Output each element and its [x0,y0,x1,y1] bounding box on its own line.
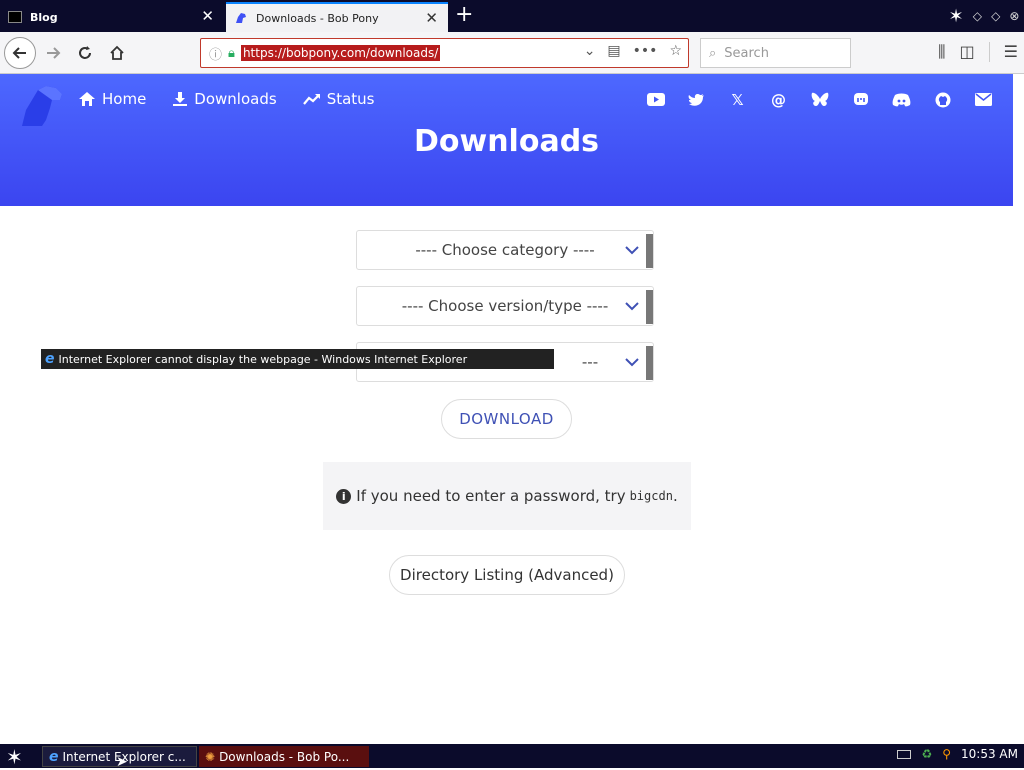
select-scroll-handle [646,234,653,268]
notice-text: If you need to enter a password, try [356,487,626,505]
home-icon [110,45,124,60]
taskbar-item-firefox[interactable]: ✺ Downloads - Bob Po... [199,746,369,767]
select-scroll-handle [646,346,653,380]
system-tray: ♻ ⚲ 10:53 AM [897,747,1018,761]
directory-listing-button[interactable]: Directory Listing (Advanced) [389,555,625,595]
tab-bar: Blog ✕ Downloads - Bob Pony ✕ + ✶ ◇ ◇ ⊗ [0,0,1024,32]
close-icon[interactable]: ⊗ [1009,9,1019,23]
notice-period: . [672,487,678,505]
chevron-down-icon [625,352,639,371]
chevron-down-icon [625,240,639,259]
nav-toolbar: ⓘ 🔒︎ https://bobpony.com/downloads/ ⌄ ▤ … [0,32,1024,74]
url-bar[interactable]: ⓘ 🔒︎ https://bobpony.com/downloads/ ⌄ ▤ … [200,38,689,68]
home-icon [79,92,95,106]
forward-arrow-icon [47,47,61,59]
menu-icon[interactable]: ☰ [1004,42,1018,62]
tab-downloads[interactable]: Downloads - Bob Pony ✕ [226,2,448,32]
reader-view-icon[interactable]: ▤ [607,43,620,59]
mastodon-icon[interactable] [851,90,870,109]
tab-blog[interactable]: Blog ✕ [0,2,224,32]
nav-home[interactable]: Home [78,90,146,108]
close-tab-icon[interactable]: ✕ [425,10,438,26]
select-value: --- [581,353,599,371]
search-input[interactable]: ⌕ Search [700,38,851,68]
search-icon: ⌕ [709,45,717,61]
notice-password: bigcdn [629,489,673,503]
ie-icon: e [49,748,59,765]
clock[interactable]: 10:53 AM [961,747,1018,761]
home-button[interactable] [102,38,132,68]
reload-icon [79,46,91,59]
version-select[interactable]: ---- Choose version/type ---- [356,286,654,326]
bookmark-star-icon[interactable]: ☆ [669,43,682,59]
ie-icon: e [45,351,55,367]
site-header: Home Downloads Status 𝕏 @ Downloads [0,74,1013,206]
download-icon [173,92,188,106]
github-icon[interactable] [933,90,952,109]
trend-icon [302,94,320,105]
chevron-down-icon[interactable]: ⌄ [584,43,596,59]
twitter-icon[interactable] [687,90,706,109]
url-text[interactable]: https://bobpony.com/downloads/ [240,45,441,61]
ie-window-title: Internet Explorer cannot display the web… [58,352,468,366]
youtube-icon[interactable] [646,90,665,109]
threads-icon[interactable]: @ [769,90,788,109]
nav-label: Downloads [194,90,277,108]
reload-button[interactable] [70,38,100,68]
x-icon[interactable]: 𝕏 [728,90,747,109]
forward-button[interactable] [38,38,68,68]
library-icon[interactable]: ⫼ [938,42,945,62]
info-icon: i [336,488,352,504]
pony-favicon-icon [236,13,246,23]
nav-label: Home [102,90,147,108]
back-arrow-icon [12,47,26,59]
sidebar-icon[interactable]: ◫ [960,42,975,62]
category-select[interactable]: ---- Choose category ---- [356,230,654,270]
back-button[interactable] [4,37,36,69]
taskbar-item-label: Downloads - Bob Po... [219,749,350,764]
select-scroll-handle [646,290,653,324]
new-tab-button[interactable]: + [455,3,473,27]
download-button[interactable]: DOWNLOAD [441,399,572,439]
chevron-down-icon [625,296,639,315]
discord-icon[interactable] [892,90,911,109]
nav-status[interactable]: Status [302,90,375,108]
mail-icon[interactable] [974,90,993,109]
toolbar-divider [988,42,990,62]
tab-title: Blog [30,10,58,24]
site-nav: Home Downloads Status [78,90,375,108]
select-value: ---- Choose category ---- [415,241,595,259]
search-placeholder: Search [724,45,769,61]
network-icon[interactable]: ♻ [921,747,932,761]
nav-downloads[interactable]: Downloads [172,90,277,108]
lock-icon[interactable]: 🔒︎ [228,46,235,61]
more-icon[interactable]: ••• [633,43,658,59]
bob-pony-logo[interactable] [16,80,66,130]
search-tray-icon[interactable]: ⚲ [942,747,951,761]
ie-window-title-tooltip[interactable]: e Internet Explorer cannot display the w… [41,349,554,369]
keyboard-icon[interactable] [897,749,912,759]
tab-title: Downloads - Bob Pony [256,11,379,25]
scrollbar-track[interactable] [1013,74,1024,744]
terminal-icon [8,11,22,23]
star-icon: ✶ [948,5,964,27]
maximize-icon[interactable]: ◇ [991,9,1000,23]
nav-label: Status [326,90,375,108]
social-links: 𝕏 @ [646,90,993,109]
password-notice: i If you need to enter a password, try b… [323,462,691,530]
info-icon[interactable]: ⓘ [209,44,222,63]
firefox-icon: ✺ [205,749,216,764]
taskbar: ✶ e Internet Explorer c... ✺ Downloads -… [0,744,1024,769]
page-title: Downloads [413,124,600,159]
close-tab-icon[interactable]: ✕ [201,8,214,24]
bluesky-icon[interactable] [810,90,829,109]
minimize-icon[interactable]: ◇ [973,9,982,23]
select-value: ---- Choose version/type ---- [401,297,609,315]
window-controls: ✶ ◇ ◇ ⊗ [944,0,1024,32]
start-star-icon[interactable]: ✶ [6,745,23,769]
